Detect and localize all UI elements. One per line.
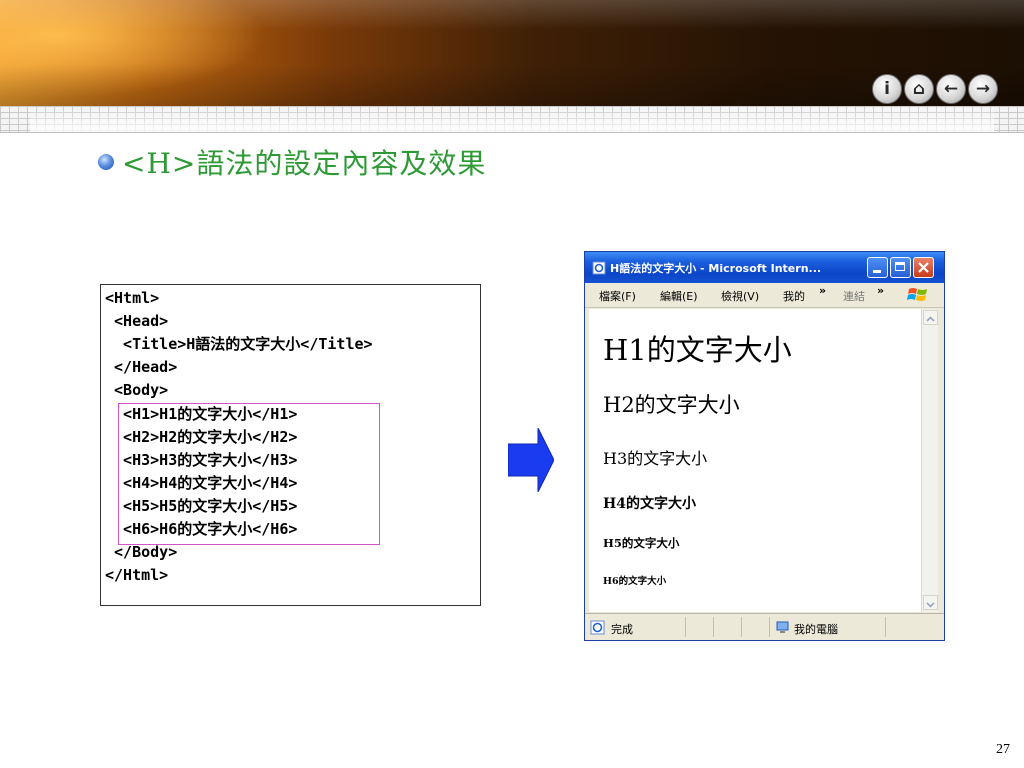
status-done: 完成 [611,623,633,636]
scroll-up-button[interactable] [923,310,938,325]
code-line: <Body> [105,381,169,399]
ie-page-icon [592,261,606,275]
maximize-icon [895,262,905,271]
rendered-h2: H2的文字大小 [603,393,740,417]
menu-edit[interactable]: 編輯(E) [660,288,698,304]
vertical-scrollbar[interactable] [921,309,938,612]
minimize-button[interactable] [867,257,888,278]
status-divider [685,617,686,637]
rendered-h4: H4的文字大小 [603,496,696,512]
browser-content: H1的文字大小 H2的文字大小 H3的文字大小 H4的文字大小 H5的文字大小 … [589,309,921,612]
status-zone: 我的電腦 [794,623,838,636]
menu-view[interactable]: 檢視(V) [721,288,759,304]
computer-zone-icon [776,621,789,633]
menu-file[interactable]: 檔案(F) [599,288,636,304]
windows-logo-icon [907,288,927,301]
browser-menubar: 檔案(F) 編輯(E) 檢視(V) 我的 » 連結 » [585,283,944,308]
browser-statusbar: 完成 我的電腦 [585,613,944,640]
home-glyph: ⌂ [912,79,926,99]
header-grid-fade [30,106,994,132]
slide-heading: <H>語法的設定內容及效果 [98,142,486,182]
rendered-h3: H3的文字大小 [603,449,708,468]
status-divider [769,617,770,637]
scroll-down-button[interactable] [923,595,938,610]
status-divider [885,617,886,637]
slide-navigation: i ⌂ ← → [872,74,998,104]
browser-title: H語法的文字大小 - Microsoft Intern... [610,262,822,275]
home-icon[interactable]: ⌂ [904,74,934,104]
links-overflow-chevron[interactable]: » [877,284,884,297]
rendered-h6: H6的文字大小 [603,576,667,587]
menu-favorites[interactable]: 我的 [783,288,805,304]
page-done-icon [590,620,605,635]
minimize-icon [873,270,881,273]
page-number: 27 [996,742,1010,757]
banner-highlight [0,0,1024,30]
code-line: <Head> [105,312,169,330]
bullet-icon [98,154,114,170]
back-glyph: ← [943,79,959,99]
html-code-listing: <Html> <Head> <Title>H語法的文字大小</Title> </… [100,284,481,606]
rendered-h5: H5的文字大小 [603,536,680,550]
browser-titlebar[interactable]: H語法的文字大小 - Microsoft Intern... [585,252,944,283]
code-line: </Head> [105,358,178,376]
right-arrow-icon [508,428,554,492]
status-divider [713,617,714,637]
chevron-down-icon [926,602,935,608]
forward-arrow-icon[interactable]: → [968,74,998,104]
status-divider [741,617,742,637]
heading-tags-highlight [118,403,380,545]
code-line: </Html> [105,566,169,584]
close-button[interactable] [913,257,934,278]
menu-links[interactable]: 連結 [843,288,865,304]
close-icon [918,262,929,273]
menu-overflow-chevron[interactable]: » [819,284,826,297]
info-icon[interactable]: i [872,74,902,104]
back-arrow-icon[interactable]: ← [936,74,966,104]
slide-title: <H>語法的設定內容及效果 [122,147,487,180]
rendered-h1: H1的文字大小 [603,333,792,367]
chevron-up-icon [926,316,935,322]
code-line: <Html> [105,289,160,307]
banner-shade [0,64,1024,106]
forward-glyph: → [975,79,991,99]
code-line: <Title>H語法的文字大小</Title> [105,335,373,353]
maximize-button[interactable] [890,257,911,278]
browser-window: H語法的文字大小 - Microsoft Intern... 檔案(F) 編輯(… [584,251,945,641]
header-banner: i ⌂ ← → [0,0,1024,106]
info-glyph: i [884,79,890,99]
